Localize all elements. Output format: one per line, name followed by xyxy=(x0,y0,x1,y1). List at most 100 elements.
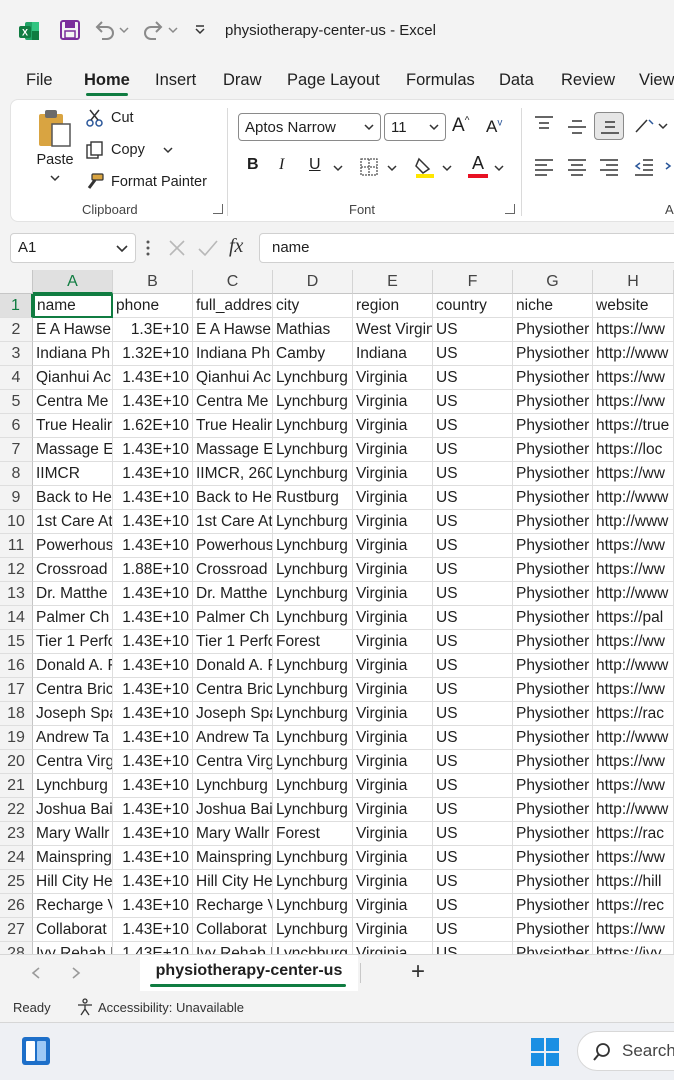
table-cell[interactable]: 1.43E+10 xyxy=(113,942,193,954)
table-cell[interactable]: Physiother xyxy=(513,894,593,918)
paste-button[interactable]: Paste xyxy=(33,108,77,198)
shrink-font-button[interactable]: Av xyxy=(486,117,502,137)
table-cell[interactable]: Mainspring xyxy=(33,846,113,870)
table-cell[interactable]: Physiother xyxy=(513,438,593,462)
table-cell[interactable]: 1.43E+10 xyxy=(113,630,193,654)
column-header-c[interactable]: C xyxy=(193,270,273,294)
align-right-icon[interactable] xyxy=(598,158,620,176)
table-cell[interactable]: Lynchburg xyxy=(273,366,353,390)
table-cell[interactable]: Dr. Matthe xyxy=(193,582,273,606)
table-cell[interactable]: 1.62E+10 xyxy=(113,414,193,438)
table-cell[interactable]: Crossroad xyxy=(33,558,113,582)
table-cell[interactable]: Physiother xyxy=(513,678,593,702)
table-cell[interactable]: Mathias xyxy=(273,318,353,342)
table-cell[interactable]: Palmer Ch xyxy=(193,606,273,630)
row-header[interactable]: 2 xyxy=(0,318,33,342)
table-cell[interactable]: Lynchburg xyxy=(273,390,353,414)
table-cell[interactable]: https://hill xyxy=(593,870,674,894)
enter-check-icon[interactable] xyxy=(197,238,219,258)
redo-dropdown-icon[interactable] xyxy=(166,17,180,43)
table-cell[interactable]: Andrew Ta xyxy=(193,726,273,750)
table-cell[interactable]: Virginia xyxy=(353,726,433,750)
row-header[interactable]: 3 xyxy=(0,342,33,366)
table-cell[interactable]: Lynchburg xyxy=(273,870,353,894)
table-cell[interactable]: US xyxy=(433,654,513,678)
table-cell[interactable]: Virginia xyxy=(353,702,433,726)
row-header[interactable]: 27 xyxy=(0,918,33,942)
table-cell[interactable]: Physiother xyxy=(513,870,593,894)
windows-start-icon[interactable] xyxy=(530,1037,560,1067)
table-cell[interactable]: Indiana xyxy=(353,342,433,366)
header-cell[interactable]: country xyxy=(433,294,513,318)
table-cell[interactable]: 1.43E+10 xyxy=(113,366,193,390)
table-cell[interactable]: IIMCR xyxy=(33,462,113,486)
header-cell[interactable]: name xyxy=(33,294,113,318)
table-cell[interactable]: Joshua Bai xyxy=(193,798,273,822)
table-cell[interactable]: Physiother xyxy=(513,630,593,654)
table-cell[interactable]: US xyxy=(433,390,513,414)
tab-formulas[interactable]: Formulas xyxy=(406,71,475,90)
table-cell[interactable]: Joseph Spa xyxy=(193,702,273,726)
header-cell[interactable]: city xyxy=(273,294,353,318)
table-cell[interactable]: US xyxy=(433,630,513,654)
table-cell[interactable]: Joseph Spa xyxy=(33,702,113,726)
table-cell[interactable]: Virginia xyxy=(353,846,433,870)
orientation-icon[interactable] xyxy=(633,116,657,136)
table-cell[interactable]: US xyxy=(433,438,513,462)
table-cell[interactable]: Lynchburg xyxy=(273,918,353,942)
column-header-h[interactable]: H xyxy=(593,270,674,294)
row-header[interactable]: 19 xyxy=(0,726,33,750)
column-header-g[interactable]: G xyxy=(513,270,593,294)
table-cell[interactable]: Physiother xyxy=(513,606,593,630)
table-cell[interactable]: US xyxy=(433,582,513,606)
table-cell[interactable]: US xyxy=(433,870,513,894)
tab-insert[interactable]: Insert xyxy=(155,71,196,90)
decrease-indent-icon[interactable] xyxy=(633,158,655,176)
table-cell[interactable]: Lynchburg xyxy=(193,774,273,798)
row-header[interactable]: 17 xyxy=(0,678,33,702)
table-cell[interactable]: Virginia xyxy=(353,558,433,582)
table-cell[interactable]: US xyxy=(433,918,513,942)
table-cell[interactable]: Lynchburg xyxy=(273,702,353,726)
table-cell[interactable]: https://ww xyxy=(593,390,674,414)
table-cell[interactable]: https://rac xyxy=(593,822,674,846)
status-accessibility[interactable]: Accessibility: Unavailable xyxy=(98,1000,244,1015)
table-cell[interactable]: Crossroad xyxy=(193,558,273,582)
align-left-icon[interactable] xyxy=(533,158,555,176)
table-cell[interactable]: https://rac xyxy=(593,702,674,726)
row-header[interactable]: 23 xyxy=(0,822,33,846)
cut-button[interactable]: Cut xyxy=(85,108,134,128)
table-cell[interactable]: https://ww xyxy=(593,678,674,702)
table-cell[interactable]: Mainspring xyxy=(193,846,273,870)
table-cell[interactable]: http://www xyxy=(593,486,674,510)
table-cell[interactable]: Lynchburg xyxy=(33,774,113,798)
tab-data[interactable]: Data xyxy=(499,71,534,90)
table-cell[interactable]: Tier 1 Perfo xyxy=(193,630,273,654)
table-cell[interactable]: US xyxy=(433,822,513,846)
row-header[interactable]: 10 xyxy=(0,510,33,534)
tab-review[interactable]: Review xyxy=(561,71,615,90)
table-cell[interactable]: https://ww xyxy=(593,558,674,582)
table-cell[interactable]: True Healir xyxy=(193,414,273,438)
row-header[interactable]: 1 xyxy=(0,294,33,318)
row-header[interactable]: 8 xyxy=(0,462,33,486)
table-cell[interactable]: Mary Wallr xyxy=(193,822,273,846)
table-cell[interactable]: Lynchburg xyxy=(273,606,353,630)
table-cell[interactable]: Virginia xyxy=(353,942,433,954)
row-header[interactable]: 24 xyxy=(0,846,33,870)
table-cell[interactable]: Centra Me xyxy=(193,390,273,414)
borders-dropdown-icon[interactable] xyxy=(387,164,397,172)
table-cell[interactable]: Hill City He xyxy=(193,870,273,894)
table-cell[interactable]: Physiother xyxy=(513,318,593,342)
font-color-dropdown-icon[interactable] xyxy=(494,164,504,172)
table-cell[interactable]: Qianhui Ac xyxy=(33,366,113,390)
table-cell[interactable]: Physiother xyxy=(513,846,593,870)
table-cell[interactable]: Physiother xyxy=(513,702,593,726)
table-cell[interactable]: Virginia xyxy=(353,774,433,798)
widgets-icon[interactable] xyxy=(21,1036,51,1066)
table-cell[interactable]: Lynchburg xyxy=(273,462,353,486)
table-cell[interactable]: Lynchburg xyxy=(273,678,353,702)
row-header[interactable]: 5 xyxy=(0,390,33,414)
table-cell[interactable]: Virginia xyxy=(353,678,433,702)
table-cell[interactable]: IIMCR, 260 xyxy=(193,462,273,486)
